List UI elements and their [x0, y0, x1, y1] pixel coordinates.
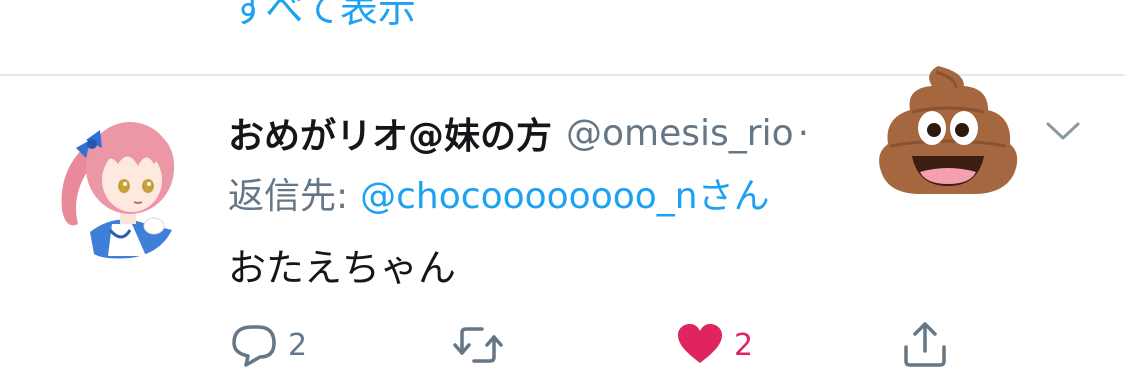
retweet-button[interactable]	[452, 320, 504, 370]
show-all-link[interactable]: すべて表示	[230, 0, 416, 32]
reply-button[interactable]: 2	[230, 320, 307, 370]
tweet-text: おたえちゃん	[228, 246, 457, 290]
heart-icon	[678, 324, 722, 363]
reply-icon	[232, 325, 276, 367]
share-button[interactable]	[902, 320, 948, 370]
tweet-header: おめがリオ@妹の方 @omesis_rio ·	[228, 108, 809, 158]
reply-target-link[interactable]: @chocoooooooo_nさん	[360, 167, 769, 219]
user-handle[interactable]: @omesis_rio	[566, 113, 794, 154]
separator-dot: ·	[797, 112, 810, 154]
share-icon	[904, 322, 946, 367]
reply-context: 返信先: @chocoooooooo_nさん	[228, 168, 770, 218]
reply-label: 返信先:	[228, 176, 349, 217]
reply-count: 2	[288, 327, 308, 363]
retweet-icon	[453, 327, 503, 363]
like-button[interactable]: 2	[676, 320, 753, 370]
tweet-screen: すべて表示 おめがリオ@妹の方 @omesis_rio · 返信先: @choc…	[0, 0, 1124, 374]
poop-emoji-icon	[879, 66, 1018, 194]
chevron-down-icon[interactable]	[1044, 118, 1082, 142]
avatar[interactable]	[50, 106, 182, 266]
like-count: 2	[734, 327, 754, 363]
display-name[interactable]: おめがリオ@妹の方	[228, 107, 552, 159]
